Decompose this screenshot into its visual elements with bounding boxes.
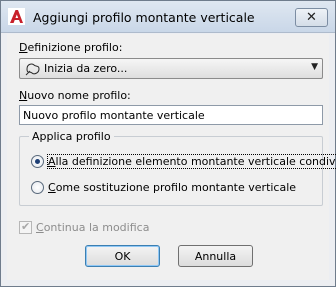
new-name-label: Nuovo nome profilo: [19,89,131,102]
chevron-down-icon: ▼ [311,62,318,72]
cancel-button[interactable]: Annulla [178,245,253,267]
radio-shared-definition-label: Alla definizione elemento montante verti… [46,153,336,169]
profile-definition-dropdown[interactable]: Inizia da zero... ▼ [19,58,323,79]
new-name-input[interactable] [20,106,322,124]
apply-profile-group [19,136,323,206]
continue-edit-checkbox: ✔ [19,220,32,234]
continue-edit-label: Continua la modifica [36,221,150,234]
radio-button-checked[interactable] [31,154,44,168]
dropdown-selected-value: Inizia da zero... [44,62,128,75]
freeform-shape-icon [25,63,40,76]
title-bar[interactable]: Aggiungi profilo montante verticale ✕ [1,1,335,33]
window-title: Aggiungi profilo montante verticale [33,10,255,25]
dialog-content: Definizione profilo: Inizia da zero... ▼… [7,34,336,280]
checkmark-icon: ✔ [21,220,31,233]
close-icon: ✕ [306,10,317,25]
apply-profile-group-title: Applica profilo [29,130,114,143]
radio-button-unchecked[interactable] [31,180,44,194]
autocad-logo-icon [8,8,25,25]
radio-override-label: Come sostituzione profilo montante verti… [48,180,297,194]
ok-button[interactable]: OK [85,245,160,267]
continue-edit-checkbox-row: ✔ Continua la modifica [19,220,150,234]
new-name-field-box [19,105,323,125]
dialog-window: Aggiungi profilo montante verticale ✕ De… [0,0,336,287]
close-button[interactable]: ✕ [295,8,328,27]
profile-definition-label: Definizione profilo: [19,41,123,54]
radio-override[interactable]: Come sostituzione profilo montante verti… [31,179,296,195]
radio-shared-definition[interactable]: Alla definizione elemento montante verti… [31,153,336,169]
